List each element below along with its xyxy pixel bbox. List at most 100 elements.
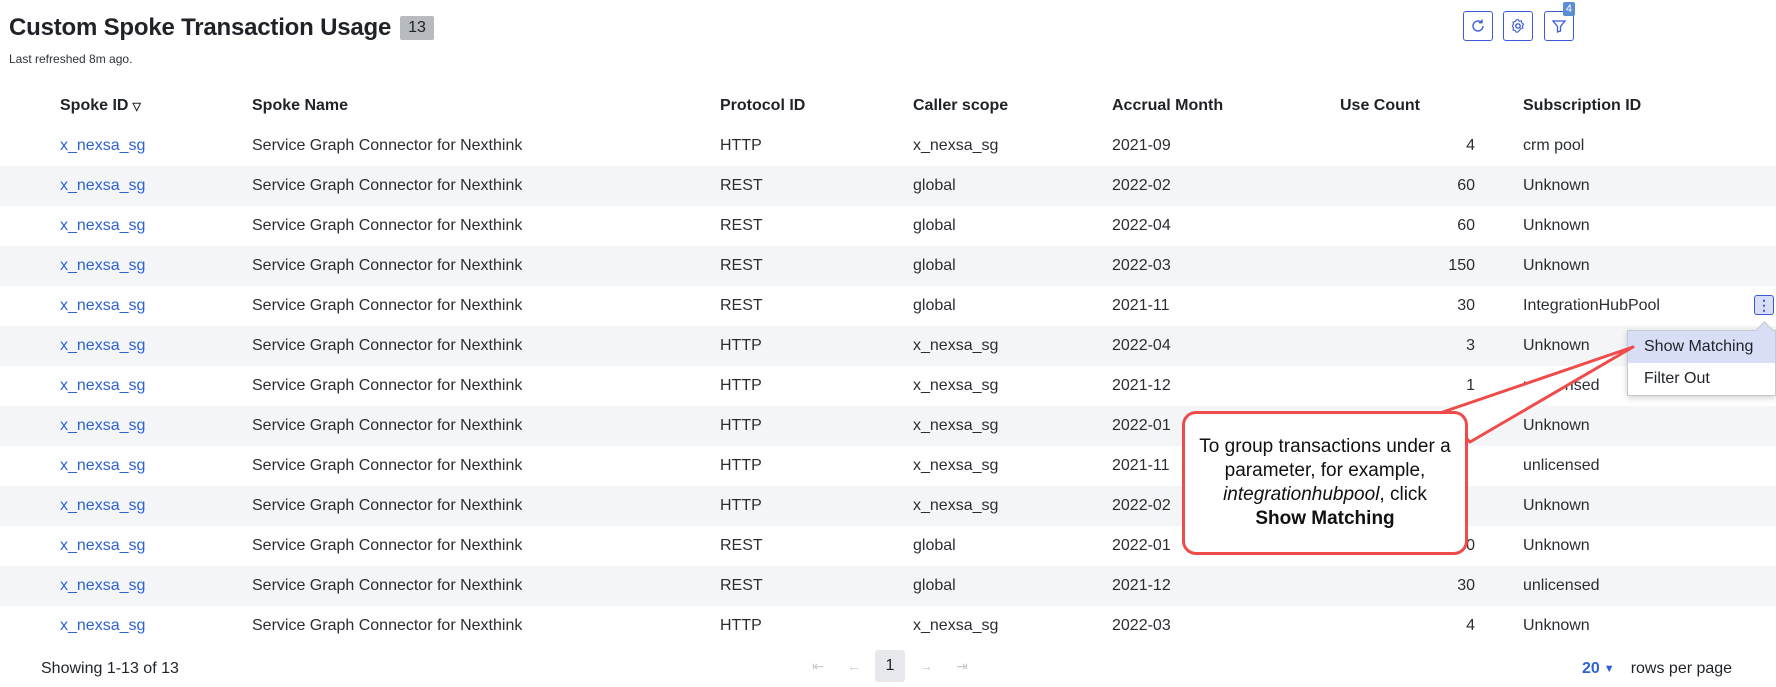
table-row[interactable]: x_nexsa_sg Service Graph Connector for Ne…: [0, 446, 1776, 486]
spoke-id-link[interactable]: x_nexsa_sg: [60, 177, 145, 194]
column-header-spoke-name[interactable]: Spoke Name: [252, 86, 720, 126]
row-spacer: [0, 566, 60, 606]
cell-protocol-id: HTTP: [720, 137, 762, 154]
callout-text: To group transactions under a parameter,…: [1199, 436, 1451, 481]
row-actions-button[interactable]: ⋮: [1754, 295, 1774, 315]
filter-applied-icon: ▽: [132, 101, 141, 113]
chevron-down-icon[interactable]: ▼: [1604, 663, 1615, 675]
first-page-button[interactable]: ⇤: [803, 651, 833, 681]
spoke-id-link[interactable]: x_nexsa_sg: [60, 337, 145, 354]
cell-caller-scope: x_nexsa_sg: [913, 137, 999, 154]
spoke-id-link[interactable]: x_nexsa_sg: [60, 417, 145, 434]
spoke-id-link[interactable]: x_nexsa_sg: [60, 377, 145, 394]
cell-spoke-id: x_nexsa_sg: [60, 286, 252, 326]
next-page-button[interactable]: →: [911, 651, 941, 681]
spoke-id-link[interactable]: x_nexsa_sg: [60, 617, 145, 634]
table-row[interactable]: x_nexsa_sg Service Graph Connector for Ne…: [0, 206, 1776, 246]
page-title: Custom Spoke Transaction Usage: [9, 14, 392, 41]
spoke-id-link[interactable]: x_nexsa_sg: [60, 577, 145, 594]
column-header-accrual-month[interactable]: Accrual Month: [1112, 86, 1340, 126]
cell-spoke-id: x_nexsa_sg: [60, 606, 252, 646]
row-spacer: [0, 126, 60, 166]
spoke-id-link[interactable]: x_nexsa_sg: [60, 217, 145, 234]
spoke-id-link[interactable]: x_nexsa_sg: [60, 537, 145, 554]
column-header-caller-scope[interactable]: Caller scope: [913, 86, 1112, 126]
page-header: Custom Spoke Transaction Usage 13 Last r…: [9, 14, 434, 66]
column-header-subscription-id[interactable]: Subscription ID: [1523, 86, 1776, 126]
table-row[interactable]: x_nexsa_sg Service Graph Connector for Ne…: [0, 486, 1776, 526]
cell-caller-scope: x_nexsa_sg: [913, 326, 1112, 366]
rows-per-page: 20 ▼ rows per page: [1582, 660, 1732, 678]
spoke-id-link[interactable]: x_nexsa_sg: [60, 497, 145, 514]
table-row[interactable]: x_nexsa_sg Service Graph Connector for Ne…: [0, 606, 1776, 646]
cell-accrual-month: 2022-03: [1112, 617, 1171, 634]
cell-use-count: 30: [1340, 566, 1523, 606]
cell-spoke-name: Service Graph Connector for Nexthink: [252, 297, 523, 314]
cell-caller-scope: x_nexsa_sg: [913, 617, 999, 634]
cell-spoke-name: Service Graph Connector for Nexthink: [252, 326, 720, 366]
cell-spoke-name: Service Graph Connector for Nexthink: [252, 486, 720, 526]
column-header-use-count[interactable]: Use Count: [1340, 86, 1523, 126]
cell-protocol-id: REST: [720, 217, 763, 234]
rows-per-page-select[interactable]: 20: [1582, 660, 1600, 678]
cell-spoke-name: Service Graph Connector for Nexthink: [252, 166, 720, 206]
cell-use-count: 4: [1466, 137, 1475, 154]
spoke-id-link[interactable]: x_nexsa_sg: [60, 137, 145, 154]
row-spacer: [0, 486, 60, 526]
refresh-button[interactable]: [1463, 11, 1493, 41]
table-row[interactable]: x_nexsa_sg Service Graph Connector for Ne…: [0, 126, 1776, 166]
showing-count: Showing 1-13 of 13: [41, 660, 179, 677]
cell-accrual-month: 2021-12: [1112, 566, 1340, 606]
cell-subscription-id: Unknown: [1523, 166, 1776, 206]
table-row[interactable]: x_nexsa_sg Service Graph Connector for Ne…: [0, 166, 1776, 206]
table-row[interactable]: x_nexsa_sg Service Graph Connector for Ne…: [0, 366, 1776, 406]
table-row[interactable]: x_nexsa_sg Service Graph Connector for Ne…: [0, 566, 1776, 606]
table-row[interactable]: x_nexsa_sg Service Graph Connector for Ne…: [0, 286, 1776, 326]
cell-protocol-id: REST: [720, 566, 913, 606]
table-row[interactable]: x_nexsa_sg Service Graph Connector for Ne…: [0, 526, 1776, 566]
cell-spoke-name: Service Graph Connector for Nexthink: [252, 617, 523, 634]
cell-protocol-id: REST: [720, 166, 913, 206]
pagination: ⇤ ← 1 → ⇥: [800, 650, 980, 682]
filter-count-badge: 4: [1562, 2, 1575, 16]
context-menu: Show Matching Filter Out: [1627, 330, 1776, 396]
column-header-protocol-id[interactable]: Protocol ID: [720, 86, 913, 126]
record-count-badge: 13: [400, 16, 434, 40]
cell-spoke-id: x_nexsa_sg: [60, 366, 252, 406]
row-spacer: [0, 446, 60, 486]
menu-item-filter-out[interactable]: Filter Out: [1628, 363, 1775, 395]
previous-page-button[interactable]: ←: [839, 651, 869, 681]
cell-accrual-month: 2022-04: [1112, 326, 1340, 366]
spoke-id-link[interactable]: x_nexsa_sg: [60, 297, 145, 314]
cell-subscription-id: IntegrationHubPool: [1523, 297, 1660, 314]
cell-protocol-id: REST: [720, 537, 763, 554]
current-page[interactable]: 1: [875, 650, 905, 682]
cell-subscription-id: Unknown: [1523, 617, 1590, 634]
row-spacer: [0, 406, 60, 446]
cell-protocol-id: HTTP: [720, 457, 762, 474]
cell-accrual-month: 2022-02: [1112, 166, 1340, 206]
table-row[interactable]: x_nexsa_sg Service Graph Connector for Ne…: [0, 326, 1776, 366]
table-body: x_nexsa_sg Service Graph Connector for Ne…: [0, 126, 1776, 646]
cell-use-count: 3: [1340, 326, 1523, 366]
cell-caller-scope: global: [913, 166, 1112, 206]
cell-protocol-id: HTTP: [720, 326, 913, 366]
cell-protocol-id: REST: [720, 246, 913, 286]
table-row[interactable]: x_nexsa_sg Service Graph Connector for Ne…: [0, 406, 1776, 446]
row-spacer: [0, 526, 60, 566]
settings-button[interactable]: [1503, 11, 1533, 41]
table-row[interactable]: x_nexsa_sg Service Graph Connector for Ne…: [0, 246, 1776, 286]
cell-protocol-id: HTTP: [720, 406, 913, 446]
menu-item-show-matching[interactable]: Show Matching: [1628, 331, 1775, 363]
row-spacer: [0, 286, 60, 326]
spoke-id-link[interactable]: x_nexsa_sg: [60, 457, 145, 474]
column-header-label: Spoke ID: [60, 97, 129, 114]
cell-caller-scope: x_nexsa_sg: [913, 486, 1112, 526]
cell-spoke-id: x_nexsa_sg: [60, 206, 252, 246]
row-spacer: [0, 606, 60, 646]
cell-accrual-month: 2022-04: [1112, 217, 1171, 234]
spoke-id-link[interactable]: x_nexsa_sg: [60, 257, 145, 274]
column-header-spoke-id[interactable]: Spoke ID ▽: [60, 86, 252, 126]
filter-button[interactable]: 4: [1544, 2, 1575, 41]
last-page-button[interactable]: ⇥: [947, 651, 977, 681]
